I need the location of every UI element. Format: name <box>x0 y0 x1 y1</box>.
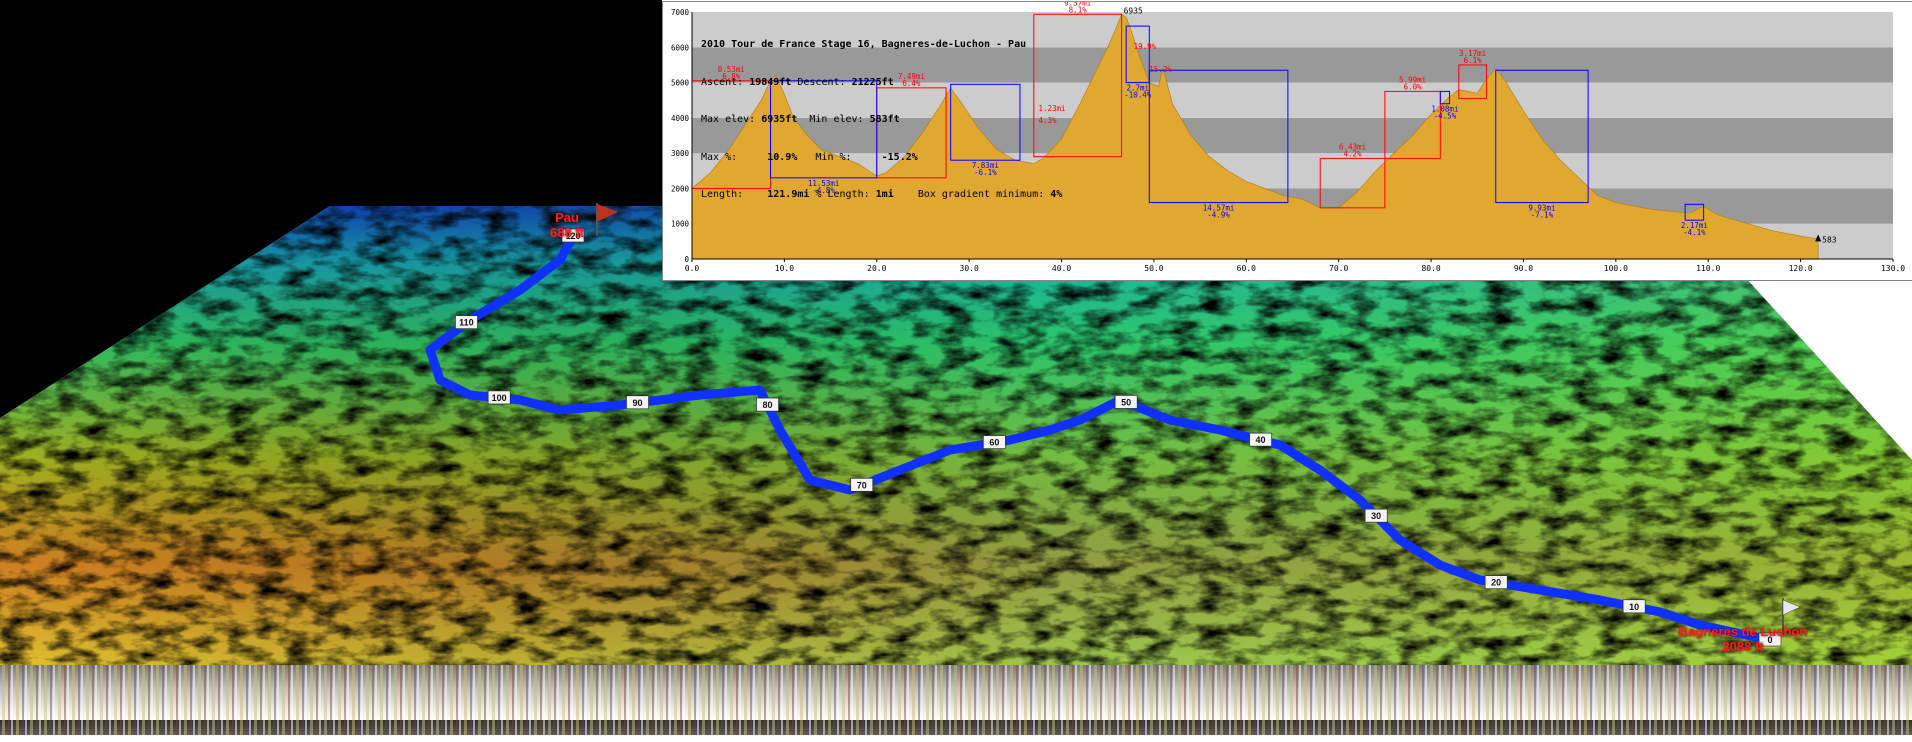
descent-gradient-label: -4.9% <box>1207 211 1230 220</box>
ascent-label: Ascent: <box>701 76 744 88</box>
max-grad-label: Max %: <box>701 151 738 163</box>
y-tick-label: 4000 <box>671 114 690 123</box>
peak-elevation-label: 6935 <box>1124 6 1143 15</box>
y-tick-label: 0 <box>684 255 689 264</box>
x-tick-label: 50.0 <box>1144 264 1163 273</box>
min-elev-label: Min elev: <box>809 114 864 125</box>
max-elev-value: 6935ft <box>761 114 798 125</box>
x-tick-label: 130.0 <box>1881 264 1905 273</box>
y-tick-label: 2000 <box>671 184 690 193</box>
descent-gradient-label: -4.5% <box>1434 112 1457 121</box>
min-grad-label: Min %: <box>815 151 852 163</box>
min-grad-value: -15.2% <box>881 151 918 163</box>
start-name: Pau <box>555 210 579 225</box>
pct-length-value: 1mi <box>875 189 894 200</box>
box-min-label: Box gradient minimum: <box>917 189 1045 200</box>
length-value: 121.9mi <box>767 189 810 200</box>
route-marker-label: 40 <box>1256 435 1266 445</box>
x-tick-label: 0.0 <box>685 264 700 273</box>
pct-length-label: % Length: <box>815 189 870 200</box>
x-tick-label: 120.0 <box>1789 264 1813 273</box>
ascent-value: 19849ft <box>749 76 792 88</box>
end-elevation-label: 583 <box>1822 235 1837 244</box>
y-tick-label: 1000 <box>671 220 690 229</box>
box-min-value: 4% <box>1050 189 1063 200</box>
length-label: Length: <box>701 189 744 200</box>
x-tick-label: 20.0 <box>867 264 886 273</box>
elevation-profile-chart: 8.53mi 6.8% 7.49mi 6.4% 9.37mi 8.1% 6.43mi 4.2%… <box>662 1 1912 281</box>
x-tick-label: 40.0 <box>1052 264 1071 273</box>
route-marker-label: 30 <box>1371 511 1381 521</box>
finish-name: Bagneres de Luchon <box>1678 624 1808 639</box>
y-tick-label: 5000 <box>671 79 690 88</box>
start-label: Pau 688 ft <box>542 210 592 240</box>
x-tick-label: 30.0 <box>960 264 979 273</box>
finish-label: Bagneres de Luchon 2088 ft <box>1668 624 1818 654</box>
descent-value: 21225ft <box>851 76 894 88</box>
max-elev-label: Max elev: <box>701 114 756 125</box>
descent-gradient-label: -7.1% <box>1531 211 1554 220</box>
y-tick-label: 7000 <box>671 8 690 17</box>
chart-info-panel: 2010 Tour de France Stage 16, Bagneres-d… <box>701 14 1062 227</box>
y-tick-label: 6000 <box>671 43 690 52</box>
gradient-annotation: 15.2% <box>1149 65 1172 74</box>
route-marker-label: 100 <box>492 393 507 403</box>
x-tick-label: 60.0 <box>1237 264 1256 273</box>
x-tick-label: 100.0 <box>1604 264 1628 273</box>
gradient-annotation: 19.9% <box>1134 42 1157 51</box>
finish-elevation: 2088 ft <box>1722 639 1764 654</box>
x-tick-label: 80.0 <box>1421 264 1440 273</box>
climb-gradient-label: 6.0% <box>1404 82 1423 91</box>
route-marker-label: 90 <box>633 398 643 408</box>
chart-title: 2010 Tour de France Stage 16, Bagneres-d… <box>701 39 1027 50</box>
route-marker-label: 50 <box>1121 397 1131 407</box>
x-tick-label: 10.0 <box>775 264 794 273</box>
x-tick-label: 110.0 <box>1696 264 1720 273</box>
route-marker-label: 110 <box>459 318 474 328</box>
x-tick-label: 90.0 <box>1514 264 1533 273</box>
climb-gradient-label: 8.1% <box>1069 5 1088 14</box>
route-marker-label: 60 <box>989 438 999 448</box>
descent-gradient-label: -10.4% <box>1124 91 1152 100</box>
descent-gradient-label: -4.1% <box>1683 228 1706 237</box>
route-marker-label: 80 <box>763 400 773 410</box>
start-elevation: 688 ft <box>550 225 584 240</box>
x-tick-label: 70.0 <box>1329 264 1348 273</box>
climb-gradient-label: 4.2% <box>1344 149 1363 158</box>
route-marker-label: 10 <box>1629 602 1639 612</box>
descent-label: Descent: <box>797 76 846 88</box>
climb-gradient-label: 6.1% <box>1464 56 1483 65</box>
route-marker-label: 70 <box>857 480 867 490</box>
route-marker-label: 20 <box>1491 578 1501 588</box>
min-elev-value: 583ft <box>869 114 900 125</box>
y-tick-label: 3000 <box>671 149 690 158</box>
max-grad-value: 10.9% <box>767 151 798 163</box>
